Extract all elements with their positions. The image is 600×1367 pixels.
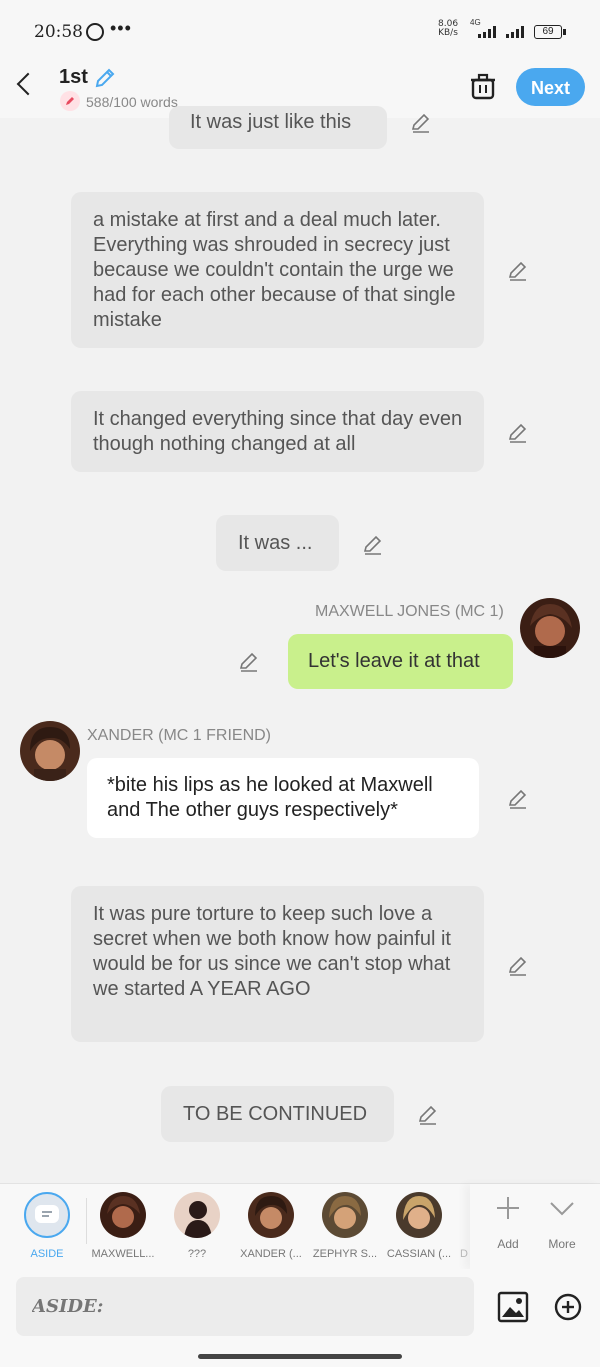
pencil-icon[interactable] bbox=[507, 260, 529, 282]
status-time: 20:58 bbox=[34, 22, 83, 42]
message-text: It was pure torture to keep such love a … bbox=[93, 903, 451, 1000]
character-label: ASIDE bbox=[30, 1248, 64, 1260]
message-text: a mistake at first and a deal much later… bbox=[93, 209, 456, 331]
outgoing-bubble[interactable]: Let's leave it at that bbox=[288, 634, 513, 689]
avatar[interactable] bbox=[520, 598, 580, 658]
status-bar: 20:58 ••• 8.06 KB/s 4G 69 bbox=[0, 0, 600, 56]
more-label: More bbox=[548, 1237, 576, 1251]
character-avatar[interactable]: ??? bbox=[162, 1192, 232, 1260]
trash-icon[interactable] bbox=[470, 73, 496, 101]
message-text: Let's leave it at that bbox=[308, 650, 480, 672]
signal-icon bbox=[478, 26, 496, 38]
narration-bubble[interactable]: It changed everything since that day eve… bbox=[71, 391, 484, 472]
message-text: It was ... bbox=[238, 532, 313, 554]
message-input[interactable] bbox=[16, 1277, 474, 1336]
narration-bubble[interactable]: TO BE CONTINUED bbox=[161, 1086, 394, 1142]
network-speed: 8.06 KB/s bbox=[438, 20, 458, 38]
character-label: CASSIAN (... bbox=[386, 1248, 452, 1260]
network-speed-unit: KB/s bbox=[438, 28, 458, 38]
message-text: *bite his lips as he looked at Maxwell a… bbox=[107, 774, 433, 821]
character-aside[interactable]: ASIDE bbox=[12, 1192, 82, 1260]
character-label: D bbox=[460, 1248, 468, 1260]
speaker-name: MAXWELL JONES (MC 1) bbox=[315, 603, 504, 620]
character-bar: ASIDE MAXWELL... ??? XANDER (... ZEPHYR … bbox=[0, 1183, 600, 1270]
pencil-icon bbox=[60, 91, 80, 111]
avatar bbox=[174, 1192, 220, 1238]
pencil-icon[interactable] bbox=[410, 112, 432, 134]
battery-icon: 69 bbox=[534, 25, 566, 39]
image-icon[interactable] bbox=[497, 1291, 529, 1323]
message-text: TO BE CONTINUED bbox=[183, 1103, 368, 1125]
incoming-bubble[interactable]: *bite his lips as he looked at Maxwell a… bbox=[87, 758, 479, 838]
narration-bubble[interactable]: It was just like this bbox=[169, 106, 387, 149]
more-characters-button[interactable]: More bbox=[540, 1194, 584, 1251]
avatar bbox=[396, 1192, 442, 1238]
message-text: It was just like this bbox=[190, 111, 352, 133]
pencil-icon[interactable] bbox=[417, 1104, 439, 1126]
add-label: Add bbox=[497, 1237, 519, 1251]
character-label: XANDER (... bbox=[240, 1248, 302, 1260]
narration-bubble[interactable]: It was ... bbox=[216, 515, 339, 571]
narration-bubble[interactable]: a mistake at first and a deal much later… bbox=[71, 192, 484, 348]
avatar bbox=[322, 1192, 368, 1238]
character-avatar[interactable]: XANDER (... bbox=[236, 1192, 306, 1260]
pencil-icon[interactable] bbox=[507, 788, 529, 810]
character-avatar[interactable]: ZEPHYR S... bbox=[310, 1192, 380, 1260]
plus-circle-icon[interactable] bbox=[553, 1292, 583, 1322]
avatar bbox=[248, 1192, 294, 1238]
character-label: ZEPHYR S... bbox=[312, 1248, 378, 1260]
aside-icon bbox=[24, 1192, 70, 1238]
speaker-name: XANDER (MC 1 FRIEND) bbox=[87, 727, 272, 744]
pencil-icon[interactable] bbox=[507, 955, 529, 977]
avatar[interactable] bbox=[20, 721, 80, 781]
add-character-button[interactable]: Add bbox=[486, 1194, 530, 1251]
message-text: It changed everything since that day eve… bbox=[93, 408, 463, 455]
word-count: 588/100 words bbox=[86, 94, 178, 110]
character-avatar[interactable]: MAXWELL... bbox=[88, 1192, 158, 1260]
character-avatar[interactable]: CASSIAN (... bbox=[384, 1192, 454, 1260]
plus-icon bbox=[497, 1197, 519, 1219]
pencil-icon[interactable] bbox=[238, 651, 260, 673]
narration-bubble[interactable]: It was pure torture to keep such love a … bbox=[71, 886, 484, 1042]
character-label: MAXWELL... bbox=[91, 1248, 155, 1260]
chevron-down-icon bbox=[550, 1202, 574, 1216]
chapter-title[interactable]: 1st bbox=[59, 66, 88, 89]
whatsapp-icon bbox=[86, 23, 104, 41]
avatar bbox=[100, 1192, 146, 1238]
signal-icon bbox=[506, 26, 524, 38]
more-notifications-icon: ••• bbox=[110, 18, 132, 38]
pencil-icon[interactable] bbox=[507, 422, 529, 444]
pencil-icon[interactable] bbox=[93, 66, 117, 90]
divider bbox=[86, 1198, 87, 1244]
character-label: ??? bbox=[187, 1248, 207, 1260]
back-icon[interactable] bbox=[16, 72, 40, 96]
composer bbox=[0, 1269, 600, 1367]
home-indicator bbox=[198, 1354, 402, 1359]
next-button[interactable]: Next bbox=[516, 68, 585, 106]
pencil-icon[interactable] bbox=[362, 534, 384, 556]
